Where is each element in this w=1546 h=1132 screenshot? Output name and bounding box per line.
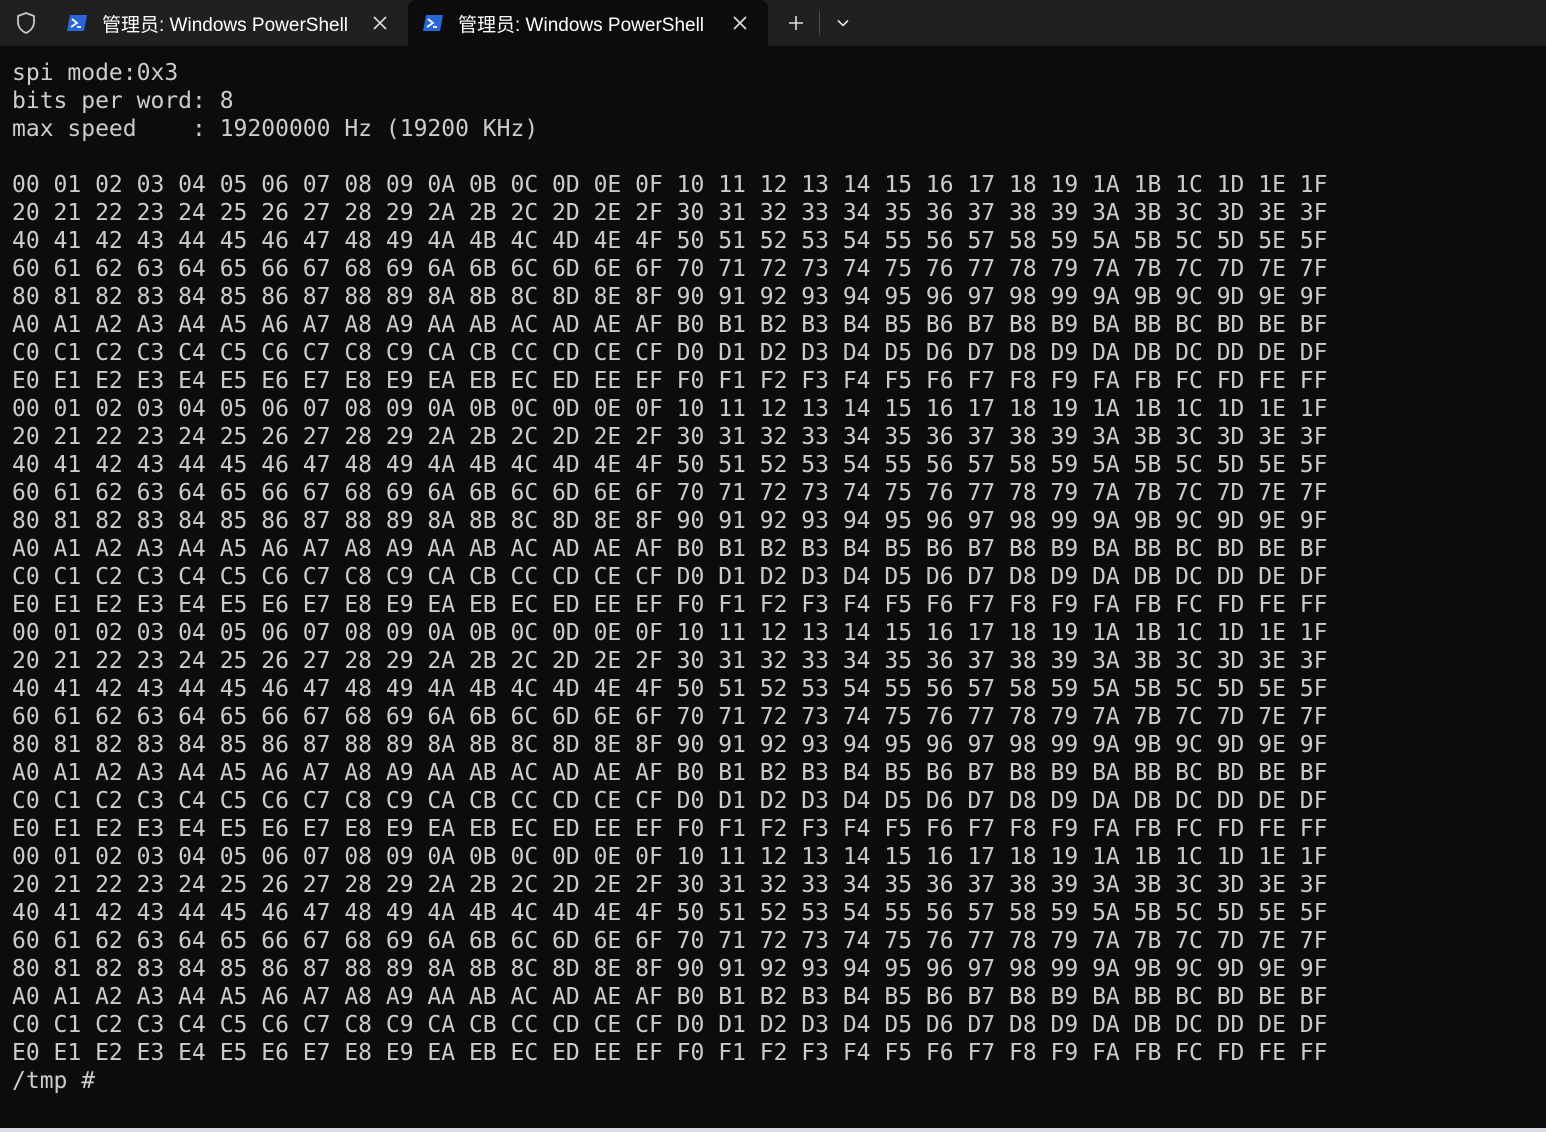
terminal-line: 80 81 82 83 84 85 86 87 88 89 8A 8B 8C 8… bbox=[12, 508, 1328, 534]
terminal-line: 40 41 42 43 44 45 46 47 48 49 4A 4B 4C 4… bbox=[12, 452, 1328, 478]
terminal-line: 00 01 02 03 04 05 06 07 08 09 0A 0B 0C 0… bbox=[12, 172, 1328, 198]
dropdown-button[interactable] bbox=[823, 5, 863, 41]
plus-icon bbox=[789, 16, 803, 30]
terminal-line: 00 01 02 03 04 05 06 07 08 09 0A 0B 0C 0… bbox=[12, 396, 1328, 422]
shield-icon[interactable] bbox=[0, 0, 52, 46]
terminal-line: 00 01 02 03 04 05 06 07 08 09 0A 0B 0C 0… bbox=[12, 620, 1328, 646]
terminal-line: 20 21 22 23 24 25 26 27 28 29 2A 2B 2C 2… bbox=[12, 872, 1328, 898]
terminal-line: C0 C1 C2 C3 C4 C5 C6 C7 C8 C9 CA CB CC C… bbox=[12, 564, 1328, 590]
chevron-down-icon bbox=[837, 19, 849, 27]
tab-title: 管理员: Windows PowerShell bbox=[102, 14, 349, 36]
terminal-line: 60 61 62 63 64 65 66 67 68 69 6A 6B 6C 6… bbox=[12, 704, 1328, 730]
terminal-line: E0 E1 E2 E3 E4 E5 E6 E7 E8 E9 EA EB EC E… bbox=[12, 1040, 1328, 1066]
tab-powershell-2[interactable]: 管理员: Windows PowerShell bbox=[408, 0, 768, 46]
terminal-line: 40 41 42 43 44 45 46 47 48 49 4A 4B 4C 4… bbox=[12, 228, 1328, 254]
terminal-line: C0 C1 C2 C3 C4 C5 C6 C7 C8 C9 CA CB CC C… bbox=[12, 788, 1328, 814]
terminal-line: 40 41 42 43 44 45 46 47 48 49 4A 4B 4C 4… bbox=[12, 676, 1328, 702]
powershell-icon bbox=[66, 12, 88, 34]
prompt-line: /tmp # bbox=[12, 1068, 109, 1094]
terminal-output[interactable]: spi mode:0x3 bits per word: 8 max speed : … bbox=[12, 59, 1532, 1123]
close-icon[interactable] bbox=[366, 9, 394, 37]
taskbar-edge bbox=[0, 1128, 1546, 1132]
terminal-line: 80 81 82 83 84 85 86 87 88 89 8A 8B 8C 8… bbox=[12, 732, 1328, 758]
tab-title: 管理员: Windows PowerShell bbox=[458, 14, 705, 36]
terminal-line: E0 E1 E2 E3 E4 E5 E6 E7 E8 E9 EA EB EC E… bbox=[12, 592, 1328, 618]
terminal-line: 60 61 62 63 64 65 66 67 68 69 6A 6B 6C 6… bbox=[12, 256, 1328, 282]
terminal-line: E0 E1 E2 E3 E4 E5 E6 E7 E8 E9 EA EB EC E… bbox=[12, 816, 1328, 842]
terminal-line: E0 E1 E2 E3 E4 E5 E6 E7 E8 E9 EA EB EC E… bbox=[12, 368, 1328, 394]
terminal-line: bits per word: 8 bbox=[12, 88, 234, 114]
terminal-line: A0 A1 A2 A3 A4 A5 A6 A7 A8 A9 AA AB AC A… bbox=[12, 984, 1328, 1010]
terminal-line: max speed : 19200000 Hz (19200 KHz) bbox=[12, 116, 539, 142]
terminal-line: 20 21 22 23 24 25 26 27 28 29 2A 2B 2C 2… bbox=[12, 648, 1328, 674]
powershell-icon bbox=[422, 12, 444, 34]
terminal-line: 80 81 82 83 84 85 86 87 88 89 8A 8B 8C 8… bbox=[12, 956, 1328, 982]
terminal-line: 20 21 22 23 24 25 26 27 28 29 2A 2B 2C 2… bbox=[12, 424, 1328, 450]
terminal-line: A0 A1 A2 A3 A4 A5 A6 A7 A8 A9 AA AB AC A… bbox=[12, 312, 1328, 338]
terminal-line: 60 61 62 63 64 65 66 67 68 69 6A 6B 6C 6… bbox=[12, 480, 1328, 506]
terminal-line: C0 C1 C2 C3 C4 C5 C6 C7 C8 C9 CA CB CC C… bbox=[12, 1012, 1328, 1038]
new-tab-button[interactable] bbox=[776, 5, 816, 41]
tab-actions bbox=[776, 0, 863, 46]
terminal-line: A0 A1 A2 A3 A4 A5 A6 A7 A8 A9 AA AB AC A… bbox=[12, 536, 1328, 562]
terminal-line: A0 A1 A2 A3 A4 A5 A6 A7 A8 A9 AA AB AC A… bbox=[12, 760, 1328, 786]
terminal-line: 00 01 02 03 04 05 06 07 08 09 0A 0B 0C 0… bbox=[12, 844, 1328, 870]
tab-bar: 管理员: Windows PowerShell 管理员: Windows Pow… bbox=[0, 0, 1546, 46]
divider bbox=[819, 11, 820, 35]
terminal-line: C0 C1 C2 C3 C4 C5 C6 C7 C8 C9 CA CB CC C… bbox=[12, 340, 1328, 366]
terminal-line: 40 41 42 43 44 45 46 47 48 49 4A 4B 4C 4… bbox=[12, 900, 1328, 926]
terminal-line: 60 61 62 63 64 65 66 67 68 69 6A 6B 6C 6… bbox=[12, 928, 1328, 954]
tab-powershell-1[interactable]: 管理员: Windows PowerShell bbox=[52, 0, 408, 46]
close-icon[interactable] bbox=[726, 9, 754, 37]
terminal-line: 20 21 22 23 24 25 26 27 28 29 2A 2B 2C 2… bbox=[12, 200, 1328, 226]
terminal-line: 80 81 82 83 84 85 86 87 88 89 8A 8B 8C 8… bbox=[12, 284, 1328, 310]
terminal-line: spi mode:0x3 bbox=[12, 60, 179, 86]
